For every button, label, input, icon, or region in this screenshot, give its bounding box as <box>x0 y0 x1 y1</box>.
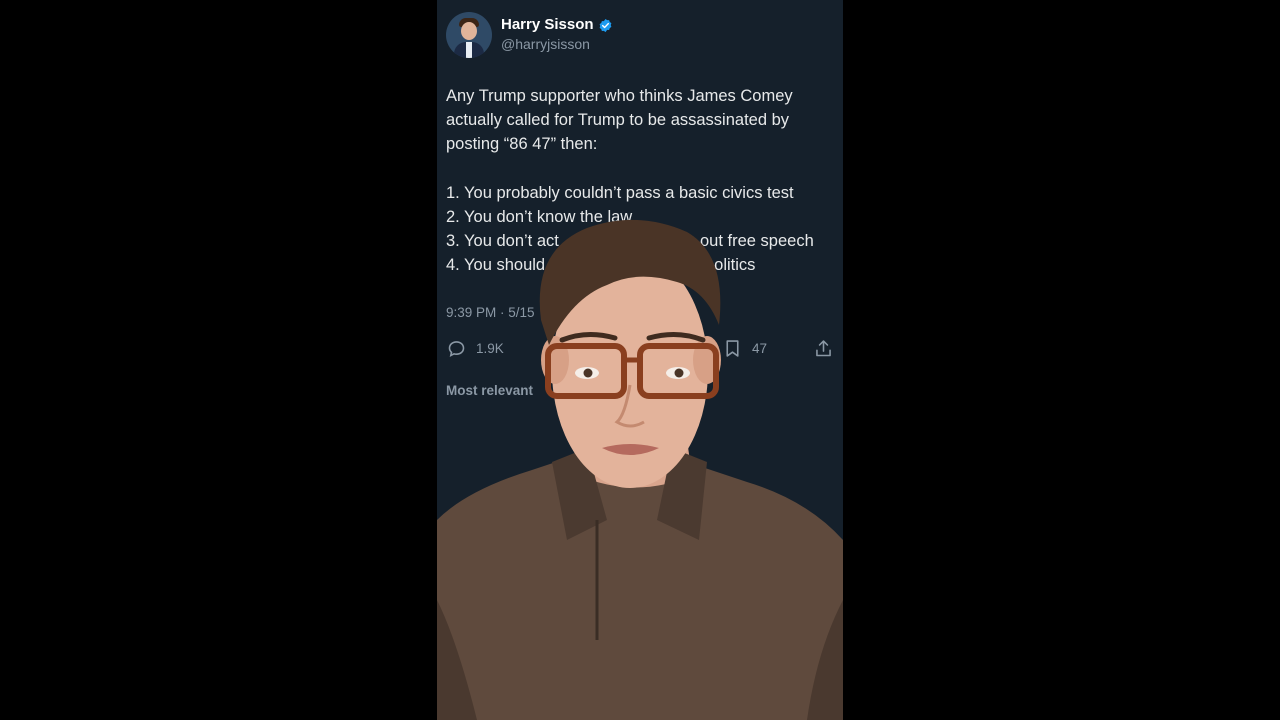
tweet-line: actually called for Trump to be assassin… <box>446 111 790 130</box>
tweet-timestamp[interactable]: 9:39 PM · 5/15 <box>446 305 535 320</box>
tweet-list-item-tail: out free speech <box>700 232 814 251</box>
share-icon <box>816 340 831 357</box>
tweet-list-item-start: 3. You don’t act <box>446 232 559 251</box>
tweet-list-item-tail: politics <box>705 256 756 275</box>
tweet-list-item: 2. You don’t know the law <box>446 207 633 226</box>
author-handle[interactable]: @harryjsisson <box>501 36 590 52</box>
share-button[interactable] <box>813 338 834 359</box>
author-avatar[interactable] <box>446 12 492 58</box>
tweet-text: Any Trump supporter who thinks James Com… <box>446 84 838 277</box>
tweet-list-item: 4. You should politics <box>446 253 838 277</box>
author-name[interactable]: Harry Sisson <box>501 16 594 33</box>
tweet-screen: Harry Sisson @harryjsisson Any Trump sup… <box>437 0 843 720</box>
verified-badge-icon <box>599 18 612 33</box>
tweet-list-item: 3. You don’t act out free speech <box>446 229 838 253</box>
reply-button[interactable]: 1.9K <box>446 338 504 359</box>
reply-count: 1.9K <box>476 341 504 356</box>
tweet-list-item-start: 4. You should <box>446 256 546 275</box>
tweet-line: Any Trump supporter who thinks James Com… <box>446 87 793 105</box>
bookmark-button[interactable]: 47 <box>722 338 767 359</box>
replies-sort-dropdown[interactable]: Most relevant <box>446 383 533 398</box>
tweet-line: posting “86 47” then: <box>446 135 598 154</box>
tweet-list-item: 1. You probably couldn’t pass a basic ci… <box>446 183 794 202</box>
reply-icon <box>448 341 465 357</box>
bookmark-icon <box>726 340 739 357</box>
bookmark-count: 47 <box>752 341 768 356</box>
